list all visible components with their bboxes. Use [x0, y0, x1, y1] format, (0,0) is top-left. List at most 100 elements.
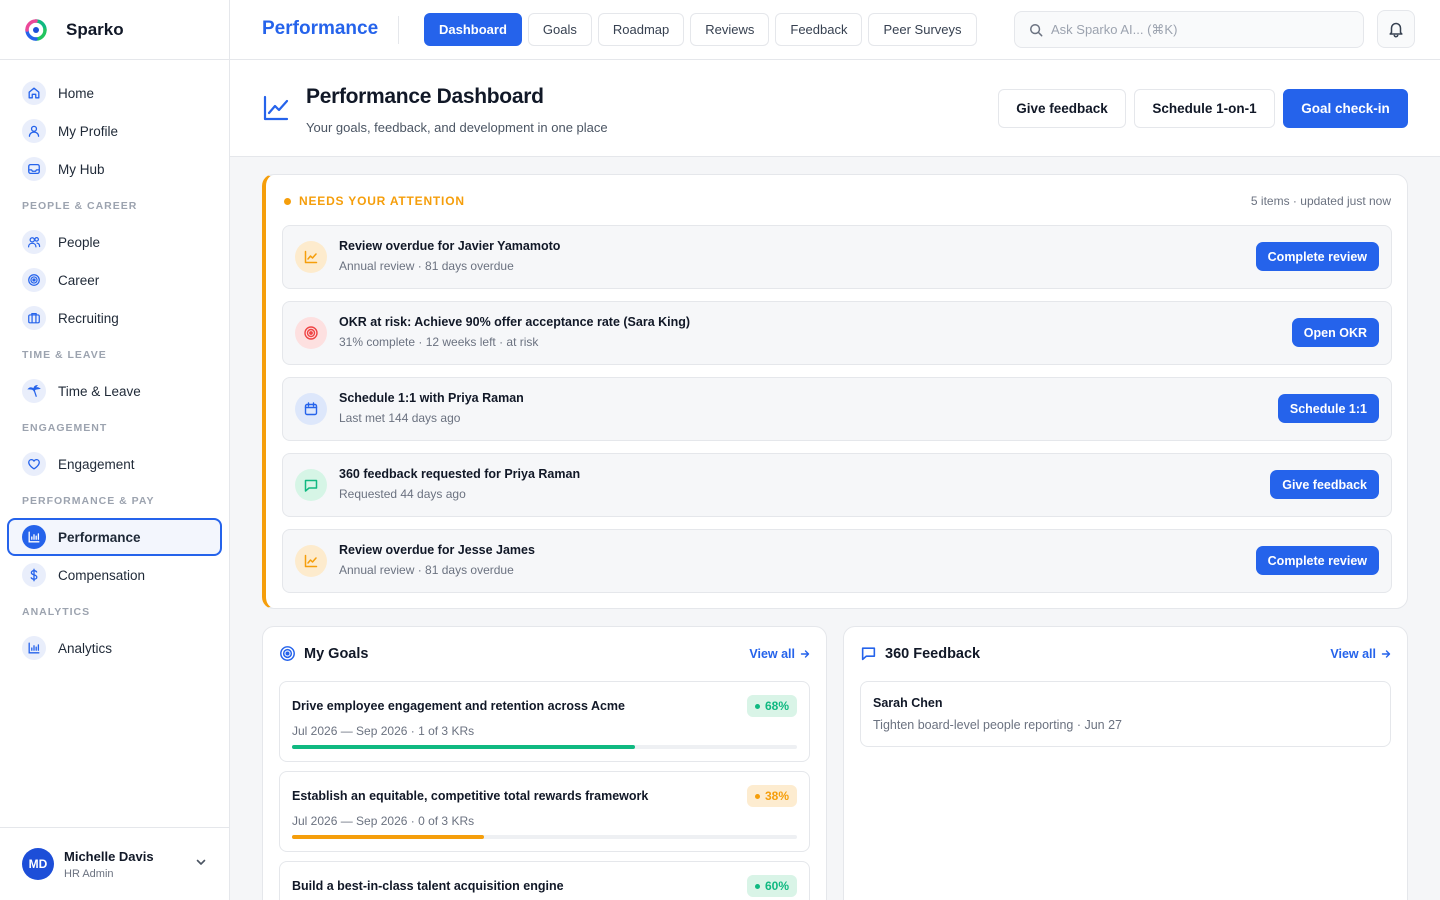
search-icon [1030, 23, 1043, 36]
goal-percent-badge: 68% [746, 695, 797, 717]
bar-chart-icon [22, 525, 46, 549]
sidebar-item-career[interactable]: Career [7, 261, 222, 299]
card-header: 360 Feedback [860, 645, 980, 662]
sidebar-item-label: Engagement [58, 456, 135, 472]
message-icon [861, 647, 876, 661]
sidebar-item-home[interactable]: Home [7, 74, 222, 112]
attention-item-subtitle: Requested 44 days ago [339, 487, 466, 501]
goal-progress-fill [292, 745, 636, 749]
search-input[interactable] [1051, 22, 1341, 37]
goal-item[interactable]: Build a best-in-class talent acquisition… [279, 861, 810, 900]
feedback-author: Sarah Chen [873, 696, 943, 710]
attention-item-subtitle: Annual review · 81 days overdue [339, 563, 514, 577]
attention-item-title: OKR at risk: Achieve 90% offer acceptanc… [339, 315, 691, 329]
goal-item[interactable]: Establish an equitable, competitive tota… [279, 771, 810, 852]
sidebar-item-label: Analytics [58, 640, 113, 656]
give-feedback-button[interactable]: Give feedback [1270, 470, 1379, 499]
trend-chart-icon [295, 545, 327, 577]
give-feedback-button[interactable]: Give feedback [998, 89, 1126, 128]
feedback-card: 360 Feedback View all Sarah Chen Tighten… [843, 626, 1408, 900]
attention-item: 360 feedback requested for Priya Raman R… [282, 453, 1392, 517]
notifications-button[interactable] [1377, 10, 1415, 48]
open-okr-button[interactable]: Open OKR [1291, 318, 1379, 347]
goal-title: Establish an equitable, competitive tota… [292, 789, 649, 803]
page-title: Performance Dashboard [306, 85, 544, 108]
bell-icon [1389, 22, 1403, 38]
sidebar: Sparko Home My Profile My Hub PEOPLE & C… [0, 0, 230, 900]
attention-item-subtitle: 31% complete · 12 weeks left · at risk [339, 335, 539, 349]
nav-section-time-leave: TIME & LEAVE [22, 349, 107, 361]
attention-item-title: Review overdue for Javier Yamamoto [339, 239, 561, 253]
user-name: Michelle Davis [64, 848, 154, 864]
tab-peer-surveys[interactable]: Peer Surveys [868, 13, 977, 46]
attention-item: OKR at risk: Achieve 90% offer acceptanc… [282, 301, 1392, 365]
search-box[interactable] [1014, 11, 1364, 48]
user-icon [22, 119, 46, 143]
goal-progress-fill [292, 835, 484, 839]
attention-heading-label: NEEDS YOUR ATTENTION [299, 194, 465, 208]
section-title: Performance [262, 18, 379, 39]
card-title: 360 Feedback [885, 645, 981, 662]
page-subtitle: Your goals, feedback, and development in… [306, 120, 608, 135]
nav-section-analytics: ANALYTICS [22, 606, 91, 618]
message-icon [295, 469, 327, 501]
sidebar-item-compensation[interactable]: Compensation [7, 556, 222, 594]
feedback-subtitle: Tighten board-level people reporting · J… [873, 718, 1122, 732]
goal-percent-badge: 38% [746, 785, 797, 807]
chevron-down-icon[interactable] [195, 856, 207, 868]
attention-item: Review overdue for Jesse James Annual re… [282, 529, 1392, 593]
sidebar-item-label: People [58, 234, 101, 250]
heart-icon [22, 452, 46, 476]
goal-checkin-button[interactable]: Goal check-in [1283, 89, 1408, 128]
sidebar-item-people[interactable]: People [7, 223, 222, 261]
attention-item-subtitle: Last met 144 days ago [339, 411, 461, 425]
briefcase-icon [22, 306, 46, 330]
complete-review-button[interactable]: Complete review [1255, 546, 1379, 575]
palm-tree-icon [22, 379, 46, 403]
sidebar-item-label: Performance [58, 529, 141, 545]
status-dot [754, 703, 760, 709]
sidebar-nav: Home My Profile My Hub PEOPLE & CAREER P… [0, 60, 229, 667]
view-all-label: View all [749, 647, 795, 661]
user-role: HR Admin [64, 867, 114, 880]
inbox-icon [22, 157, 46, 181]
attention-item-title: Review overdue for Jesse James [339, 543, 535, 557]
tab-roadmap[interactable]: Roadmap [597, 13, 685, 46]
goal-progress-bar [292, 835, 797, 839]
sidebar-item-label: Home [58, 85, 95, 101]
sidebar-item-recruiting[interactable]: Recruiting [7, 299, 222, 337]
schedule-1on1-button[interactable]: Schedule 1-on-1 [1134, 89, 1275, 128]
view-all-feedback-link[interactable]: View all [1330, 647, 1391, 661]
schedule-1on1-button[interactable]: Schedule 1:1 [1277, 394, 1379, 423]
nav-section-people-career: PEOPLE & CAREER [22, 200, 138, 212]
tab-goals[interactable]: Goals [527, 13, 592, 46]
avatar: MD [22, 848, 54, 880]
tab-reviews[interactable]: Reviews [690, 13, 770, 46]
goal-item[interactable]: Drive employee engagement and retention … [279, 681, 810, 762]
complete-review-button[interactable]: Complete review [1255, 242, 1379, 271]
topbar: Performance Dashboard Goals Roadmap Revi… [230, 0, 1440, 60]
sidebar-item-label: Compensation [58, 567, 146, 583]
tab-dashboard[interactable]: Dashboard [424, 13, 522, 46]
tab-feedback[interactable]: Feedback [775, 13, 863, 46]
sidebar-item-my-profile[interactable]: My Profile [7, 112, 222, 150]
card-header: My Goals [279, 645, 368, 662]
goal-progress-bar [292, 745, 797, 749]
user-menu[interactable]: MD Michelle Davis HR Admin [0, 827, 229, 900]
bar-chart-icon [22, 636, 46, 660]
status-dot [284, 197, 291, 205]
sidebar-item-time-leave[interactable]: Time & Leave [7, 372, 222, 410]
sidebar-item-engagement[interactable]: Engagement [7, 445, 222, 483]
sidebar-item-performance[interactable]: Performance [7, 518, 222, 556]
brand: Sparko [0, 0, 229, 60]
trend-chart-icon [263, 95, 289, 121]
view-all-goals-link[interactable]: View all [749, 647, 810, 661]
feedback-item[interactable]: Sarah Chen Tighten board-level people re… [860, 681, 1391, 747]
app-name: Sparko [66, 19, 124, 39]
attention-item-subtitle: Annual review · 81 days overdue [339, 259, 514, 273]
nav-section-performance-pay: PERFORMANCE & PAY [22, 495, 155, 507]
attention-item: Review overdue for Javier Yamamoto Annua… [282, 225, 1392, 289]
sidebar-item-my-hub[interactable]: My Hub [7, 150, 222, 188]
users-icon [22, 230, 46, 254]
sidebar-item-analytics[interactable]: Analytics [7, 629, 222, 667]
